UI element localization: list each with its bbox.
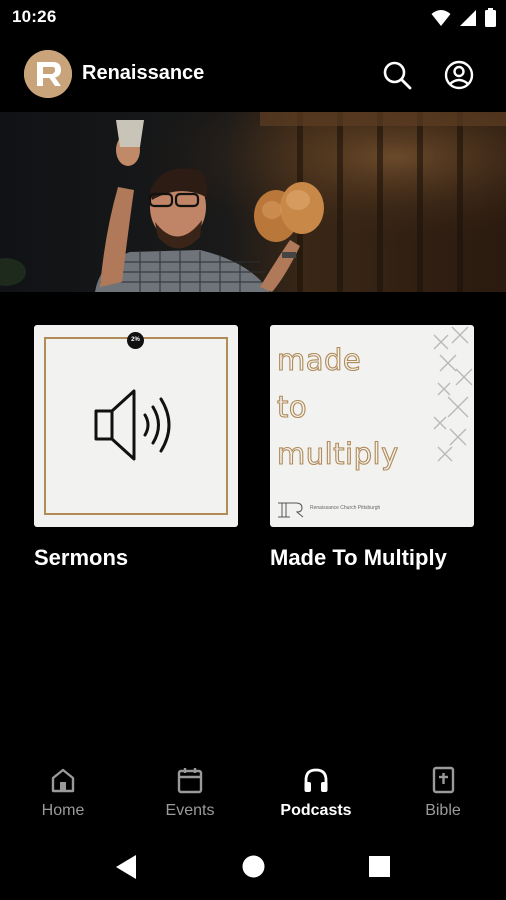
artwork-word-to: to (276, 389, 308, 424)
app-bar: Renaissance (0, 36, 506, 112)
nav-item-podcasts[interactable]: Podcasts (253, 756, 379, 832)
battery-icon (485, 8, 496, 27)
nav-label-podcasts: Podcasts (280, 802, 352, 819)
artwork-word-multiply: multiply (276, 436, 399, 471)
bottom-navigation: Home Events Podcasts Bible (0, 756, 506, 832)
home-icon (51, 768, 75, 793)
account-icon[interactable] (442, 58, 476, 92)
hero-banner[interactable] (0, 112, 506, 292)
speaker-volume-icon (94, 389, 171, 461)
headphones-icon (304, 768, 328, 792)
podcast-card-sermons[interactable]: 2% Sermons (34, 325, 238, 571)
renaissance-church-logo-icon (278, 502, 304, 518)
hero-photo-preacher (0, 112, 506, 292)
search-icon[interactable] (380, 58, 414, 92)
sermons-artwork: 2% (34, 325, 238, 527)
system-navigation-bar (0, 836, 506, 900)
nav-item-bible[interactable]: Bible (380, 756, 506, 832)
made-to-multiply-artwork: made to multiply Renaissance Church Pitt… (270, 325, 474, 527)
app-logo[interactable] (24, 50, 72, 98)
back-icon[interactable] (114, 854, 138, 880)
nav-item-home[interactable]: Home (0, 756, 126, 832)
nav-item-events[interactable]: Events (127, 756, 253, 832)
nav-label-events: Events (165, 802, 215, 819)
nav-label-bible: Bible (425, 802, 461, 819)
recents-icon[interactable] (369, 856, 390, 877)
status-icons (431, 8, 496, 27)
bible-icon (432, 766, 455, 794)
home-circle-icon[interactable] (242, 855, 265, 878)
renaissance-logo-icon (24, 50, 72, 98)
app-title: Renaissance (82, 62, 205, 84)
podcast-card-made-to-multiply[interactable]: made to multiply Renaissance Church Pitt… (270, 325, 474, 571)
artwork-footer-text: Renaissance Church Pittsburgh (310, 505, 381, 511)
artwork-badge: 2% (127, 332, 144, 349)
nav-label-home: Home (41, 802, 85, 819)
podcast-title: Sermons (34, 545, 129, 570)
status-bar: 10:26 (0, 0, 506, 36)
podcast-title: Made To Multiply (270, 545, 447, 570)
cellular-icon (460, 9, 476, 26)
artwork-word-made: made (276, 342, 362, 377)
cross-pattern-icon (433, 326, 473, 462)
wifi-icon (431, 9, 451, 26)
calendar-icon (177, 768, 203, 794)
status-time: 10:26 (12, 7, 57, 26)
